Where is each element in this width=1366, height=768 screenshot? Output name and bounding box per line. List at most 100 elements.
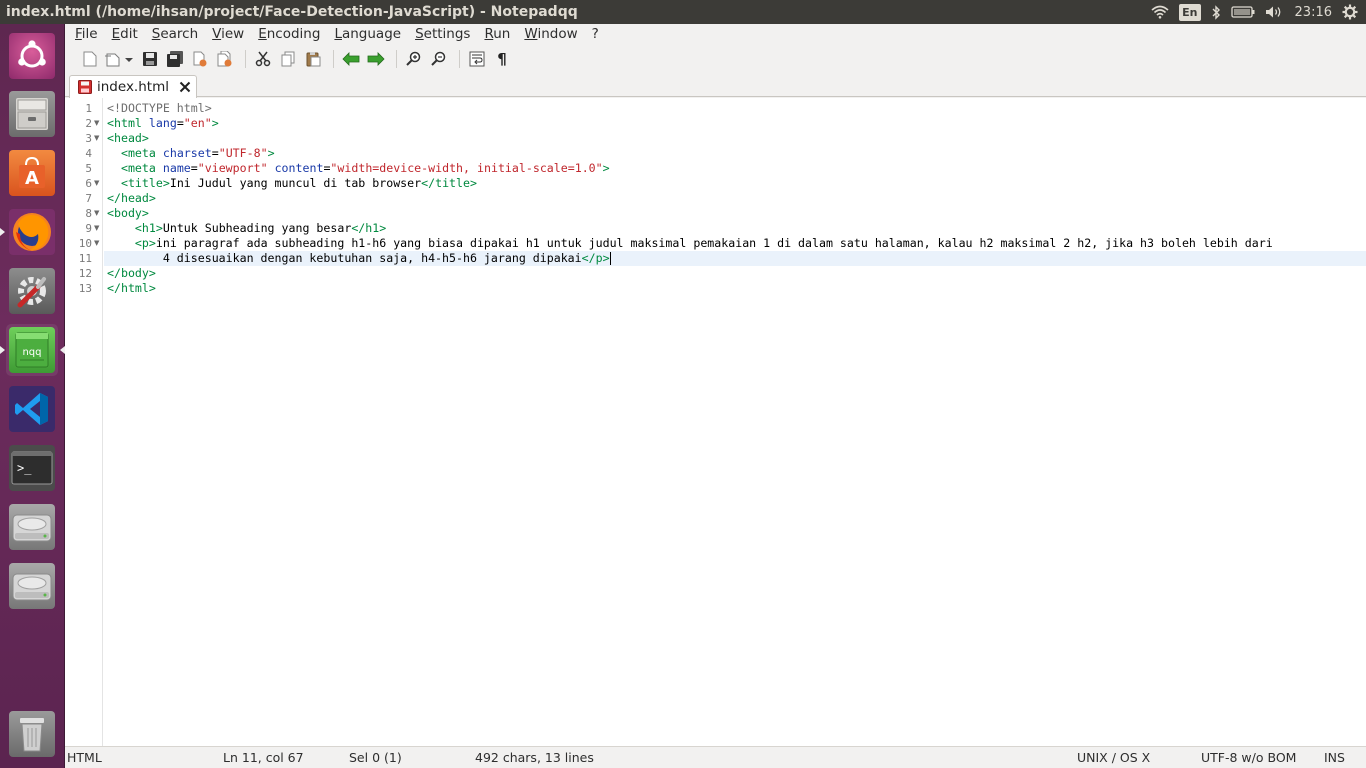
code-line[interactable]: <meta charset="UTF-8"> [104, 146, 1366, 161]
notepadqq-label: nqq [22, 347, 41, 358]
code-line[interactable]: <p>ini paragraf ada subheading h1-h6 yan… [104, 236, 1366, 251]
open-file-icon [105, 53, 133, 67]
cut-icon [255, 51, 271, 67]
code-line[interactable]: </head> [104, 191, 1366, 206]
save-all-icon [167, 51, 183, 67]
launcher-notepadqq[interactable]: nqq [0, 324, 65, 376]
fold-arrow-icon[interactable]: ▼ [94, 236, 99, 251]
close-all-button[interactable] [214, 48, 236, 70]
open-file-button[interactable] [104, 48, 136, 70]
launcher-files[interactable] [6, 88, 58, 140]
tab-close-button[interactable] [179, 81, 191, 93]
code-token: > [148, 236, 156, 250]
launcher-drive-2[interactable] [6, 560, 58, 612]
launcher-drive-1[interactable] [6, 501, 58, 553]
code-token: > [141, 131, 149, 145]
save-button[interactable] [139, 48, 161, 70]
new-file-button[interactable] [79, 48, 101, 70]
status-encoding[interactable]: UTF-8 w/o BOM [1201, 750, 1296, 765]
launcher-software-center[interactable]: A [6, 147, 58, 199]
undo-icon [342, 52, 360, 66]
line-number: 2 [85, 117, 92, 130]
code-token: <meta [120, 146, 156, 160]
code-line[interactable]: <meta name="viewport" content="width=dev… [104, 161, 1366, 176]
line-number: 10 [78, 237, 92, 250]
code-token: "en" [183, 116, 212, 130]
close-x-icon [179, 81, 191, 93]
code-line[interactable]: </html> [104, 281, 1366, 296]
bluetooth-icon[interactable] [1211, 0, 1221, 24]
launcher-ubuntu-dash[interactable] [6, 30, 58, 82]
code-line[interactable]: </body> [104, 266, 1366, 281]
code-token: > [267, 146, 275, 160]
launcher-terminal[interactable]: >_ [6, 442, 58, 494]
launcher-trash[interactable] [6, 708, 58, 760]
fold-arrow-icon[interactable]: ▼ [94, 116, 99, 131]
code-token: > [602, 251, 610, 265]
code-line[interactable]: <html lang="en"> [104, 116, 1366, 131]
keyboard-layout-indicator[interactable]: En [1179, 0, 1201, 24]
code-token: > [162, 176, 170, 190]
redo-icon [367, 52, 385, 66]
launcher-vscode[interactable] [6, 383, 58, 435]
launcher-running-indicator [0, 346, 5, 354]
toolbar: ¶ [65, 45, 1366, 73]
fold-arrow-icon[interactable]: ▼ [94, 131, 99, 146]
code-area[interactable]: <!DOCTYPE html> <html lang="en"> <head> … [104, 98, 1366, 746]
wifi-icon[interactable] [1151, 0, 1169, 24]
zoom-in-button[interactable] [403, 48, 425, 70]
menu-encoding[interactable]: Encoding [258, 26, 320, 42]
window-title: index.html (/home/ihsan/project/Face-Det… [6, 4, 578, 20]
menu-language[interactable]: Language [334, 26, 401, 42]
menu-run[interactable]: Run [484, 26, 510, 42]
power-gear-icon[interactable] [1342, 0, 1358, 24]
menu-settings[interactable]: Settings [415, 26, 470, 42]
menu-window[interactable]: Window [524, 26, 577, 42]
launcher-system-settings[interactable] [6, 265, 58, 317]
pilcrow-icon: ¶ [497, 50, 507, 68]
status-line-endings[interactable]: UNIX / OS X [1077, 750, 1150, 765]
fold-arrow-icon[interactable]: ▼ [94, 176, 99, 191]
menu-edit[interactable]: Edit [112, 26, 138, 42]
toolbar-separator [245, 50, 246, 68]
menu-help[interactable]: ? [592, 26, 599, 42]
status-insert-mode[interactable]: INS [1324, 750, 1345, 765]
save-all-button[interactable] [164, 48, 186, 70]
code-editor[interactable]: 1 2 ▼ 3 ▼ 4 5 6 ▼ 7 8 ▼ 9 ▼ 10 ▼ 11 12 1… [65, 98, 1366, 746]
line-number: 11 [78, 252, 92, 265]
ubuntu-logo-icon [9, 33, 55, 79]
code-line[interactable]: <head> [104, 131, 1366, 146]
tab-index-html[interactable]: index.html [69, 75, 197, 98]
code-line[interactable]: <body> [104, 206, 1366, 221]
zoom-out-button[interactable] [428, 48, 450, 70]
redo-button[interactable] [365, 48, 387, 70]
status-language[interactable]: HTML [67, 750, 102, 765]
fold-arrow-icon[interactable]: ▼ [94, 206, 99, 221]
cut-button[interactable] [252, 48, 274, 70]
keyboard-layout-label: En [1179, 3, 1201, 21]
undo-button[interactable] [340, 48, 362, 70]
copy-button[interactable] [277, 48, 299, 70]
code-line[interactable]: <title>Ini Judul yang muncul di tab brow… [104, 176, 1366, 191]
paste-button[interactable] [302, 48, 324, 70]
volume-icon[interactable] [1265, 0, 1285, 24]
code-token: </title [421, 176, 470, 190]
code-line-current[interactable]: 4 disesuaikan dengan kebutuhan saja, h4-… [104, 251, 1366, 266]
launcher-firefox[interactable] [0, 206, 58, 258]
status-selection: Sel 0 (1) [349, 750, 402, 765]
word-wrap-button[interactable] [466, 48, 488, 70]
code-token: content [274, 161, 324, 175]
fold-arrow-icon[interactable]: ▼ [94, 221, 99, 236]
menu-view[interactable]: View [212, 26, 244, 42]
battery-icon[interactable] [1230, 0, 1255, 24]
clock[interactable]: 23:16 [1295, 0, 1332, 24]
menu-file[interactable]: File [75, 26, 98, 42]
code-line[interactable]: <!DOCTYPE html> [104, 101, 1366, 116]
show-all-characters-button[interactable]: ¶ [491, 48, 513, 70]
terminal-icon: >_ [9, 445, 55, 491]
menu-search[interactable]: Search [152, 26, 198, 42]
code-line[interactable]: <h1>Untuk Subheading yang besar</h1> [104, 221, 1366, 236]
close-file-button[interactable] [189, 48, 211, 70]
svg-text:A: A [25, 168, 39, 189]
line-number: 6 [85, 177, 92, 190]
